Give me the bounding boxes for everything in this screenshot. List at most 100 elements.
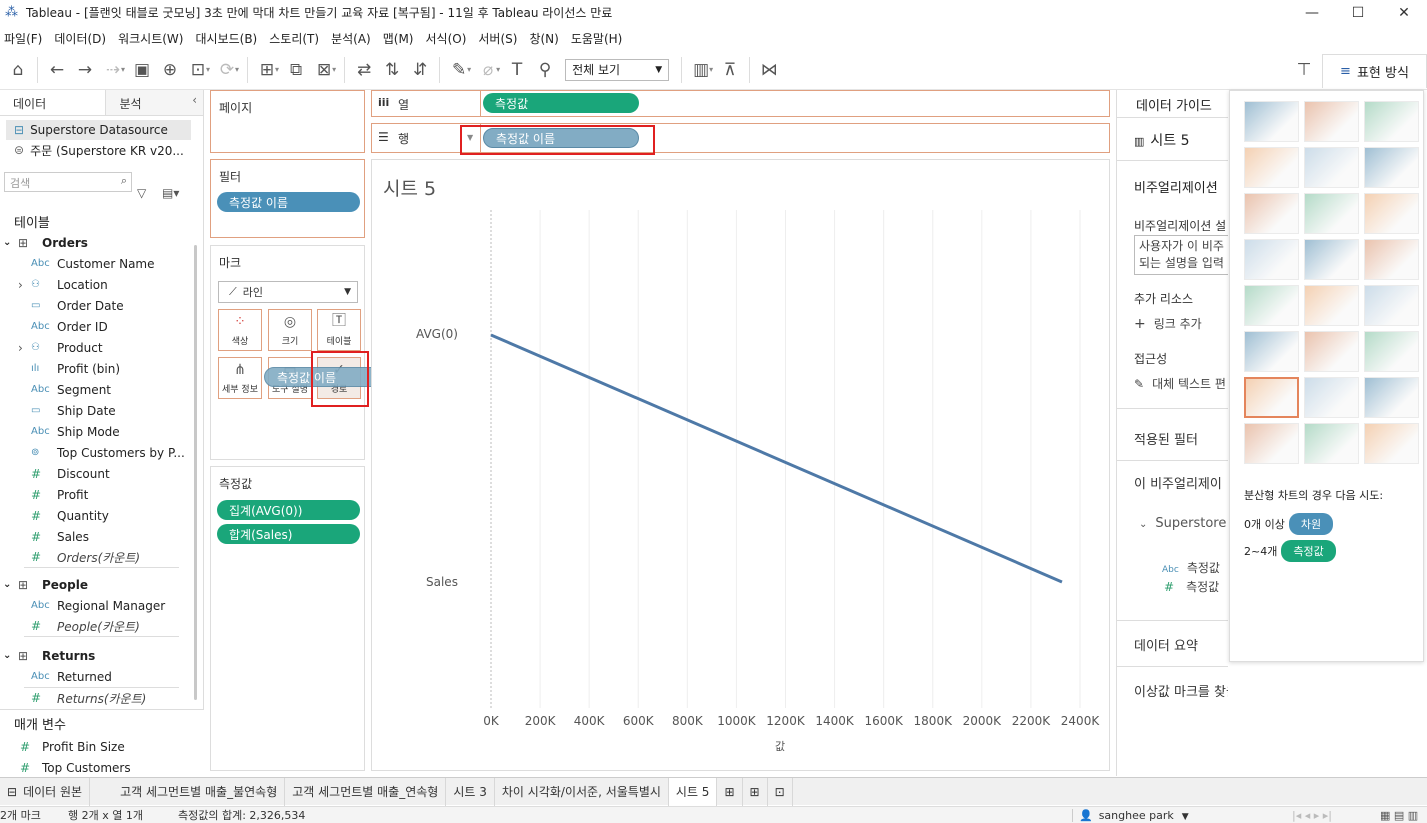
showme-box-whisker-icon[interactable] <box>1364 377 1419 418</box>
showme-stacked-bars-icon[interactable] <box>1304 193 1359 234</box>
tab-sheet-1[interactable]: 고객 세그먼트별 매출_불연속형 <box>90 777 286 806</box>
field-customer-name[interactable]: Abc Customer Name <box>0 253 203 274</box>
showme-histogram-icon[interactable] <box>1304 377 1359 418</box>
mv-pill-avg0[interactable]: 집계(AVG(0)) <box>217 500 360 520</box>
field-profit[interactable]: # Profit <box>0 484 203 505</box>
field-orders-count[interactable]: # Orders(카운트) <box>24 547 179 568</box>
show-me-tab[interactable]: ≡ 표현 방식 <box>1322 54 1427 88</box>
field-top-customers-by-p[interactable]: ⊚ Top Customers by P... <box>0 442 203 463</box>
presentation-icon[interactable]: ⊼ <box>716 56 744 84</box>
field-profit-bin[interactable]: ılı Profit (bin) <box>0 358 203 379</box>
showme-pie-chart-icon[interactable] <box>1364 147 1419 188</box>
save-icon[interactable]: ▣ <box>128 56 156 84</box>
showme-heat-map-icon[interactable] <box>1304 101 1359 142</box>
redo-icon[interactable]: → <box>71 56 99 84</box>
showme-highlight-table-icon[interactable] <box>1364 101 1419 142</box>
showme-lines-continuous-icon[interactable] <box>1244 285 1299 326</box>
menu-story[interactable]: 스토리(T) <box>265 30 327 47</box>
field-sales[interactable]: # Sales <box>0 526 203 547</box>
tab-analytics[interactable]: 분석 ‹ <box>106 90 203 115</box>
showme-gantt-icon[interactable] <box>1244 423 1299 464</box>
columns-shelf[interactable]: iii 열 측정값 <box>371 90 1110 117</box>
param-profit-bin-size[interactable]: # Profit Bin Size <box>0 736 204 757</box>
labels-icon[interactable]: T <box>503 56 531 84</box>
collapse-icon[interactable]: ‹ <box>192 93 197 107</box>
showme-lines-discrete-icon[interactable] <box>1304 285 1359 326</box>
menu-dashboard[interactable]: 대시보드(B) <box>191 30 265 47</box>
view-options-icon[interactable]: ▤▾ <box>162 186 179 200</box>
alt-text-button[interactable]: ✎ 대체 텍스트 편 <box>1134 375 1226 392</box>
field-people-count[interactable]: # People(카운트) <box>24 616 179 637</box>
menu-map[interactable]: 맵(M) <box>379 30 422 47</box>
undo-icon[interactable]: ← <box>43 56 71 84</box>
field-ship-mode[interactable]: Abc Ship Mode <box>0 421 203 442</box>
pin-icon[interactable]: ⚲ <box>531 56 559 84</box>
field-returns-count[interactable]: # Returns(카운트) <box>24 687 179 708</box>
field-regional-manager[interactable]: Abc Regional Manager <box>0 595 203 616</box>
showme-symbol-map-icon[interactable] <box>1244 147 1299 188</box>
menu-help[interactable]: 도움말(H) <box>567 30 631 47</box>
field-order-date[interactable]: ▭ Order Date <box>0 295 203 316</box>
duplicate-sheet-icon[interactable]: ⧉ <box>282 56 310 84</box>
sort-desc-icon[interactable]: ⇵ <box>406 56 434 84</box>
new-worksheet-tab-icon[interactable]: ⊞ <box>717 777 743 806</box>
showme-side-by-side-bars-icon[interactable] <box>1364 193 1419 234</box>
expand-icon[interactable]: › <box>18 341 23 355</box>
columns-pill-measure-values[interactable]: 측정값 <box>483 93 639 113</box>
datasource-orders[interactable]: ⊜ 주문 (Superstore KR v20... <box>0 140 203 160</box>
showme-dual-lines-icon[interactable] <box>1364 285 1419 326</box>
filters-shelf[interactable]: 필터 측정값 이름 <box>210 159 365 238</box>
mv-pill-sales[interactable]: 합계(Sales) <box>217 524 360 544</box>
swap-icon[interactable]: ⇄ <box>350 56 378 84</box>
tab-datasource[interactable]: ⊟ 데이터 원본 <box>0 777 91 806</box>
table-returns[interactable]: ⌄ ⊞ Returns <box>0 645 203 666</box>
field-segment[interactable]: Abc Segment <box>0 379 203 400</box>
pages-shelf[interactable]: 페이지 <box>210 90 365 153</box>
menu-worksheet[interactable]: 워크시트(W) <box>114 30 191 47</box>
filter-pill-measure-names[interactable]: 측정값 이름 <box>217 192 360 212</box>
field-order-id[interactable]: Abc Order ID <box>0 316 203 337</box>
minimize-button[interactable]: — <box>1289 0 1335 25</box>
tab-sheet-4[interactable]: 차이 시각화/이서준, 서울특별시 <box>495 777 669 806</box>
size-button[interactable]: ◎ 크기 <box>268 309 312 351</box>
analytics-pane-icon[interactable]: ⊤ <box>1290 56 1318 84</box>
field-location[interactable]: › ⚇ Location <box>0 274 203 295</box>
showme-bullet-graph-icon[interactable] <box>1304 423 1359 464</box>
showme-text-table-icon[interactable] <box>1244 101 1299 142</box>
tab-sheet-2[interactable]: 고객 세그먼트별 매출_연속형 <box>285 777 447 806</box>
new-datasource-icon[interactable]: ⊕ <box>156 56 184 84</box>
table-orders[interactable]: ⌄ ⊞ Orders <box>0 232 203 253</box>
menu-file[interactable]: 파일(F) <box>0 30 50 47</box>
menu-data[interactable]: 데이터(D) <box>50 30 114 47</box>
tab-sheet-3[interactable]: 시트 3 <box>446 777 495 806</box>
menu-analysis[interactable]: 분석(A) <box>327 30 379 47</box>
showme-side-by-side-circles-icon[interactable] <box>1364 239 1419 280</box>
param-top-customers[interactable]: # Top Customers <box>0 757 204 778</box>
expand-icon[interactable]: › <box>18 278 23 292</box>
showme-filled-map-icon[interactable] <box>1304 147 1359 188</box>
fit-select[interactable]: 전체 보기 ▼ <box>565 58 670 81</box>
tab-data[interactable]: 데이터 <box>0 90 107 115</box>
detail-button[interactable]: ⋔ 세부 정보 <box>218 357 262 399</box>
field-returned[interactable]: Abc Returned <box>0 666 203 687</box>
close-button[interactable]: ✕ <box>1381 0 1427 25</box>
showme-horizontal-bars-icon[interactable] <box>1244 193 1299 234</box>
home-icon[interactable]: ⌂ <box>4 56 32 84</box>
user-menu[interactable]: 👤 sanghee park ▼ <box>1072 808 1189 822</box>
nav-first-icon[interactable]: |◂ ◂ ▸ ▸| <box>1292 809 1332 822</box>
field-discount[interactable]: # Discount <box>0 463 203 484</box>
sort-asc-icon[interactable]: ⇅ <box>378 56 406 84</box>
showme-packed-bubbles-icon[interactable] <box>1364 423 1419 464</box>
field-ship-date[interactable]: ▭ Ship Date <box>0 400 203 421</box>
search-input[interactable]: 검색 ⌕ <box>4 172 132 192</box>
showme-scatter-plot-icon[interactable] <box>1244 377 1299 418</box>
scrollbar[interactable] <box>194 245 197 700</box>
menu-format[interactable]: 서식(O) <box>422 30 475 47</box>
new-story-tab-icon[interactable]: ⊡ <box>768 777 793 806</box>
menu-server[interactable]: 서버(S) <box>474 30 525 47</box>
showme-treemap-icon[interactable] <box>1244 239 1299 280</box>
showme-area-continuous-icon[interactable] <box>1244 331 1299 372</box>
mark-type-select[interactable]: ⟋ 라인 ▼ <box>218 281 358 303</box>
field-product[interactable]: › ⚇ Product <box>0 337 203 358</box>
new-dashboard-tab-icon[interactable]: ⊞ <box>743 777 768 806</box>
